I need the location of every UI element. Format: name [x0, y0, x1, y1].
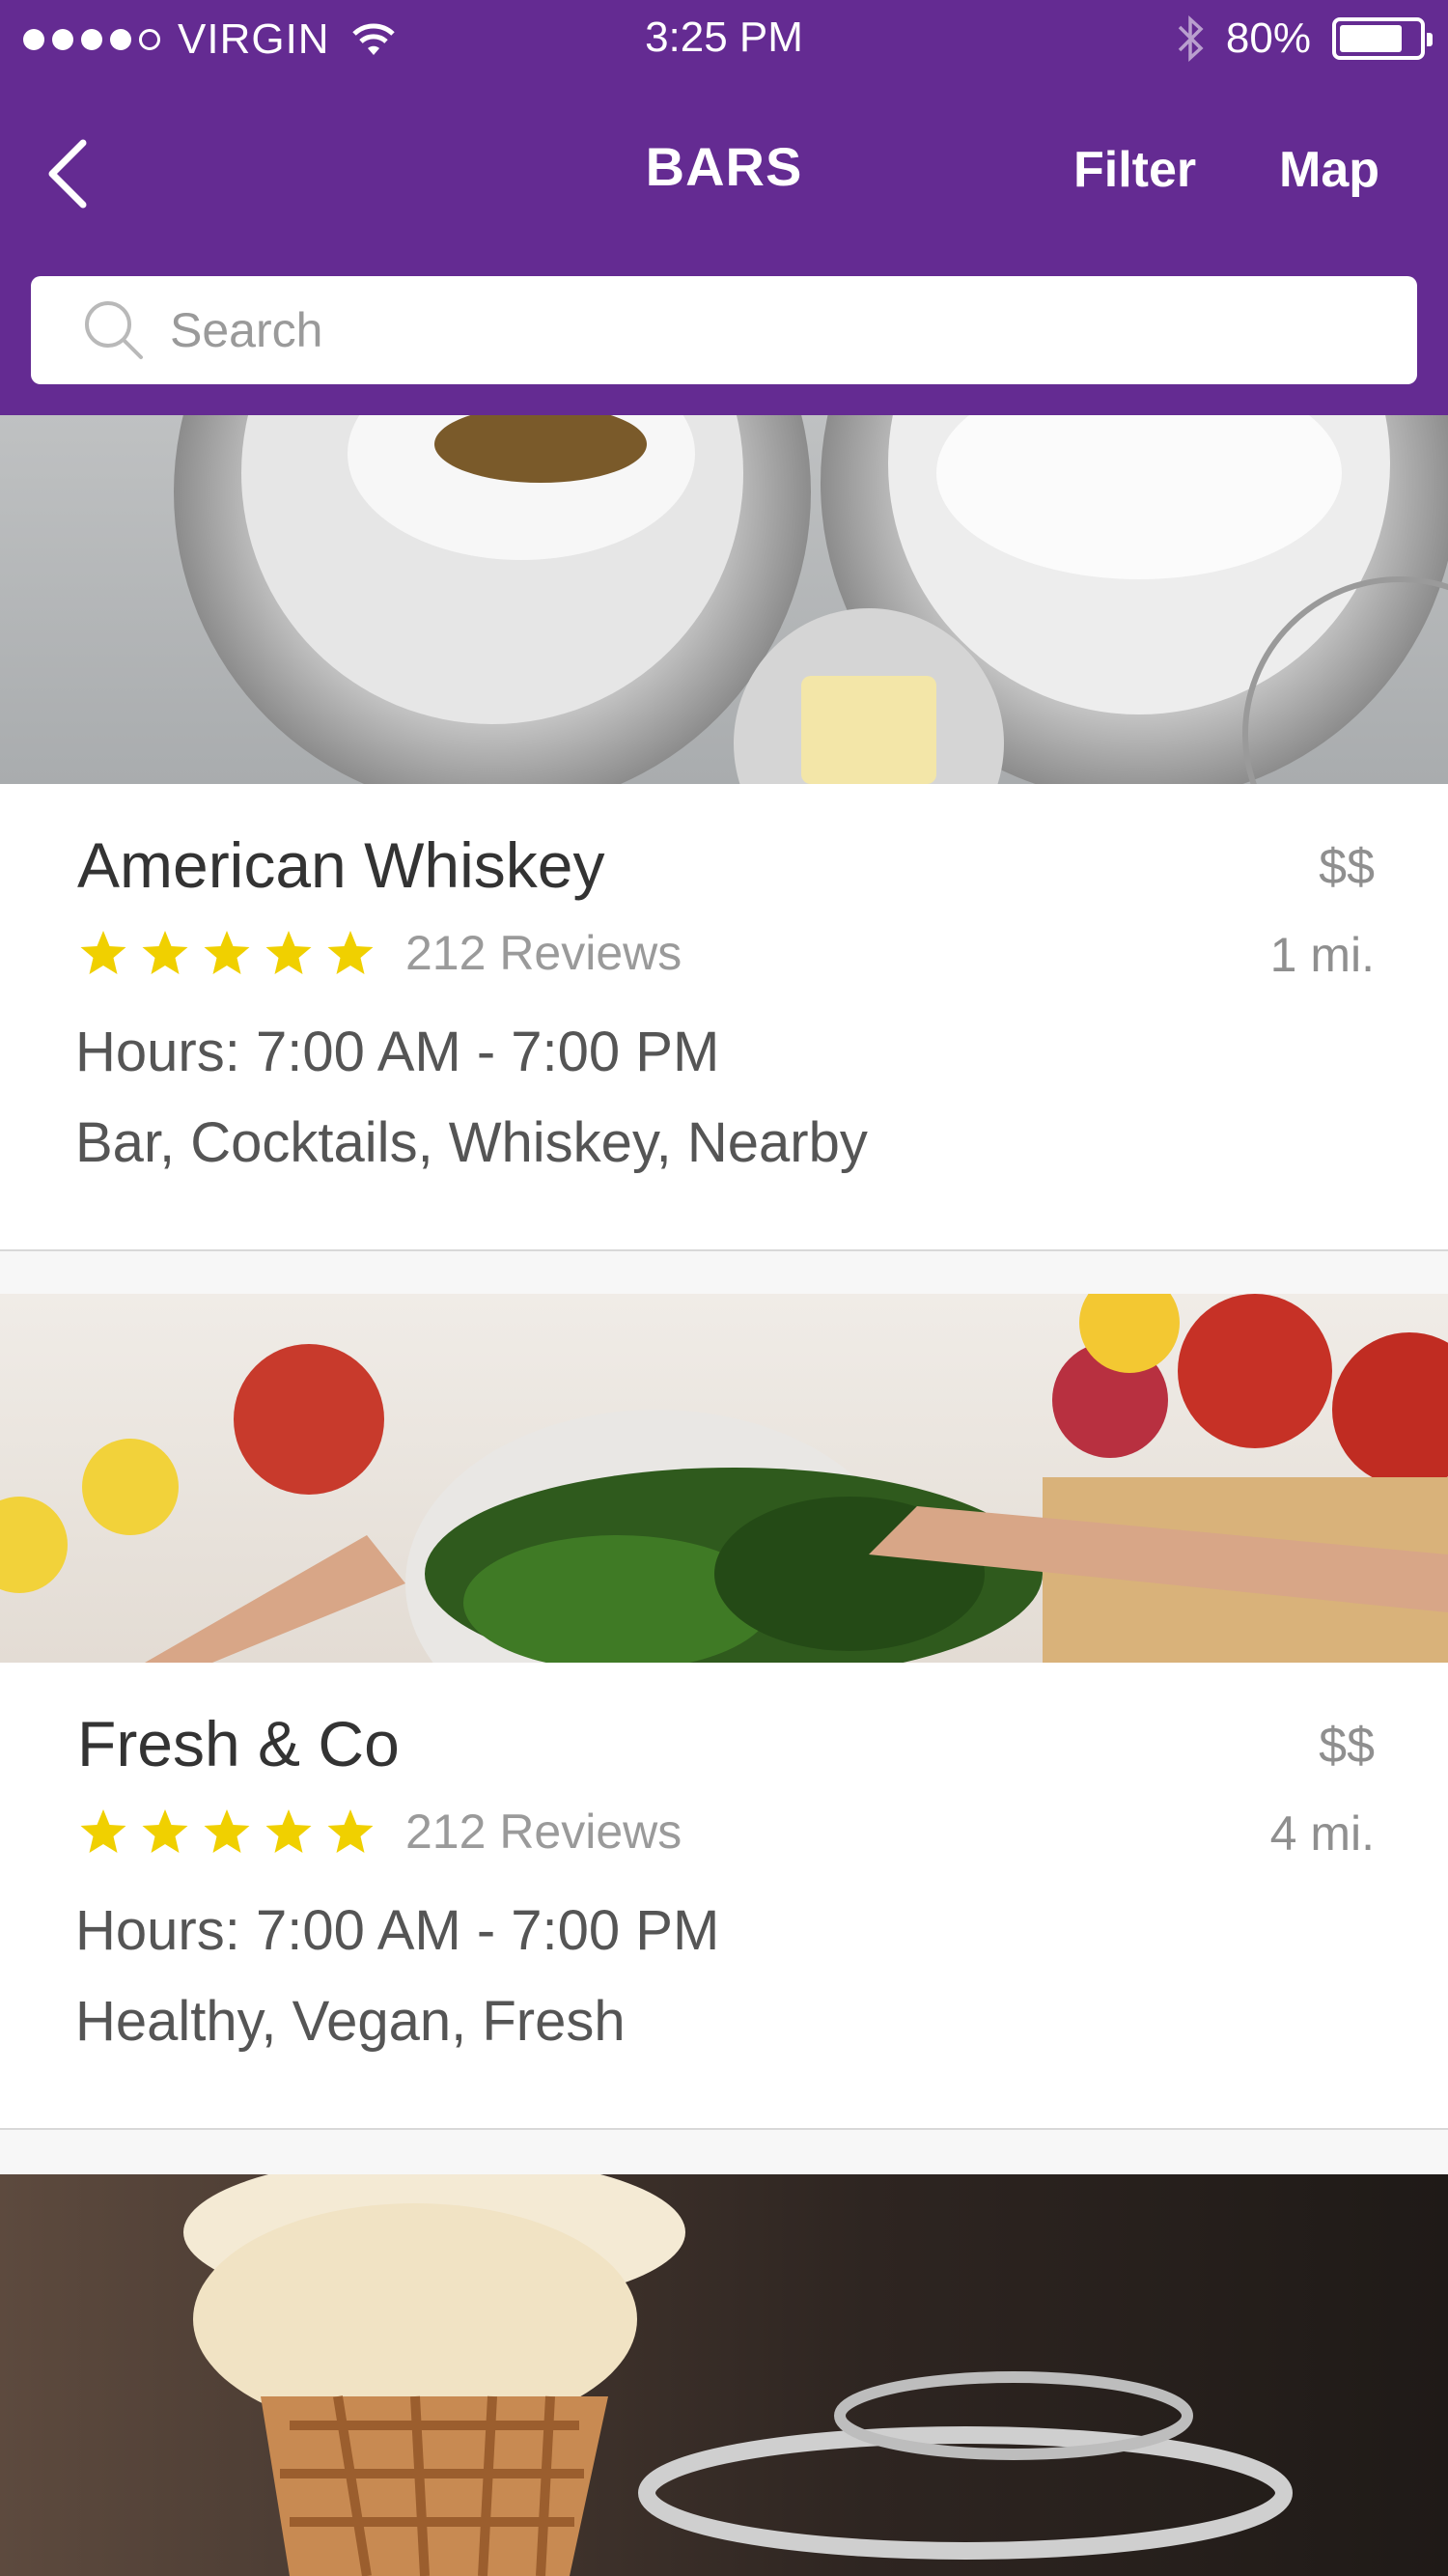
rating-row: 212 Reviews	[77, 925, 682, 981]
star-icon	[327, 1809, 374, 1853]
star-icon	[327, 931, 374, 974]
listing-details: American Whiskey $$ 212 Reviews 1 mi. Ho…	[0, 784, 1448, 1251]
listing-name[interactable]: Fresh & Co	[77, 1707, 400, 1780]
review-count[interactable]: 212 Reviews	[405, 925, 682, 981]
star-icon	[204, 1809, 250, 1853]
listing-card[interactable]: Fresh & Co $$ 212 Reviews 4 mi. Hours: 7…	[0, 1294, 1448, 2130]
nav-bar: BARS Filter Map	[0, 106, 1448, 232]
battery-percent: 80%	[1225, 14, 1311, 62]
search-icon	[85, 301, 143, 359]
star-icon	[204, 931, 250, 974]
battery-fill	[1340, 25, 1402, 52]
search-input[interactable]	[170, 302, 1328, 358]
price-level: $$	[1319, 1718, 1375, 1774]
screen: VIRGIN 3:25 PM 80% BARS Filter Map Searc…	[0, 0, 1448, 2576]
star-icon	[142, 931, 188, 974]
divider	[0, 1249, 1448, 1251]
star-icon	[142, 1809, 188, 1853]
status-right: 80%	[1176, 14, 1433, 64]
star-rating	[77, 1806, 376, 1858]
listing-details: Fresh & Co $$ 212 Reviews 4 mi. Hours: 7…	[0, 1663, 1448, 2130]
star-icon	[80, 1809, 126, 1853]
listing-card[interactable]	[0, 2174, 1448, 2576]
filter-button[interactable]: Filter	[1073, 141, 1196, 199]
star-icon	[80, 931, 126, 974]
status-bar: VIRGIN 3:25 PM 80%	[0, 0, 1448, 83]
hours-label: Hours: 7:00 AM - 7:00 PM	[75, 1021, 720, 1083]
review-count[interactable]: 212 Reviews	[405, 1804, 682, 1860]
baking-bowls-photo	[0, 415, 1448, 784]
rating-row: 212 Reviews	[77, 1804, 682, 1860]
distance-label: 1 mi.	[1269, 928, 1375, 982]
ice-cream-cone-photo	[0, 2174, 1448, 2576]
kale-salad-photo	[0, 1294, 1448, 1663]
battery-icon	[1332, 17, 1433, 60]
bluetooth-icon	[1178, 15, 1204, 62]
listing-name[interactable]: American Whiskey	[77, 828, 604, 902]
price-level: $$	[1319, 839, 1375, 895]
page-title: BARS	[645, 136, 803, 197]
divider	[0, 2128, 1448, 2130]
map-button[interactable]: Map	[1279, 141, 1379, 199]
star-icon	[265, 931, 312, 974]
star-icon	[265, 1809, 312, 1853]
app-header: VIRGIN 3:25 PM 80% BARS Filter Map Searc…	[0, 0, 1448, 415]
distance-label: 4 mi.	[1269, 1806, 1375, 1861]
listing-card[interactable]: American Whiskey $$ 212 Reviews 1 mi. Ho…	[0, 415, 1448, 1251]
tags-label: Healthy, Vegan, Fresh	[75, 1990, 626, 2053]
search-bar[interactable]	[31, 276, 1417, 384]
star-rating	[77, 927, 376, 979]
tags-label: Bar, Cocktails, Whiskey, Nearby	[75, 1111, 868, 1174]
hours-label: Hours: 7:00 AM - 7:00 PM	[75, 1899, 720, 1962]
